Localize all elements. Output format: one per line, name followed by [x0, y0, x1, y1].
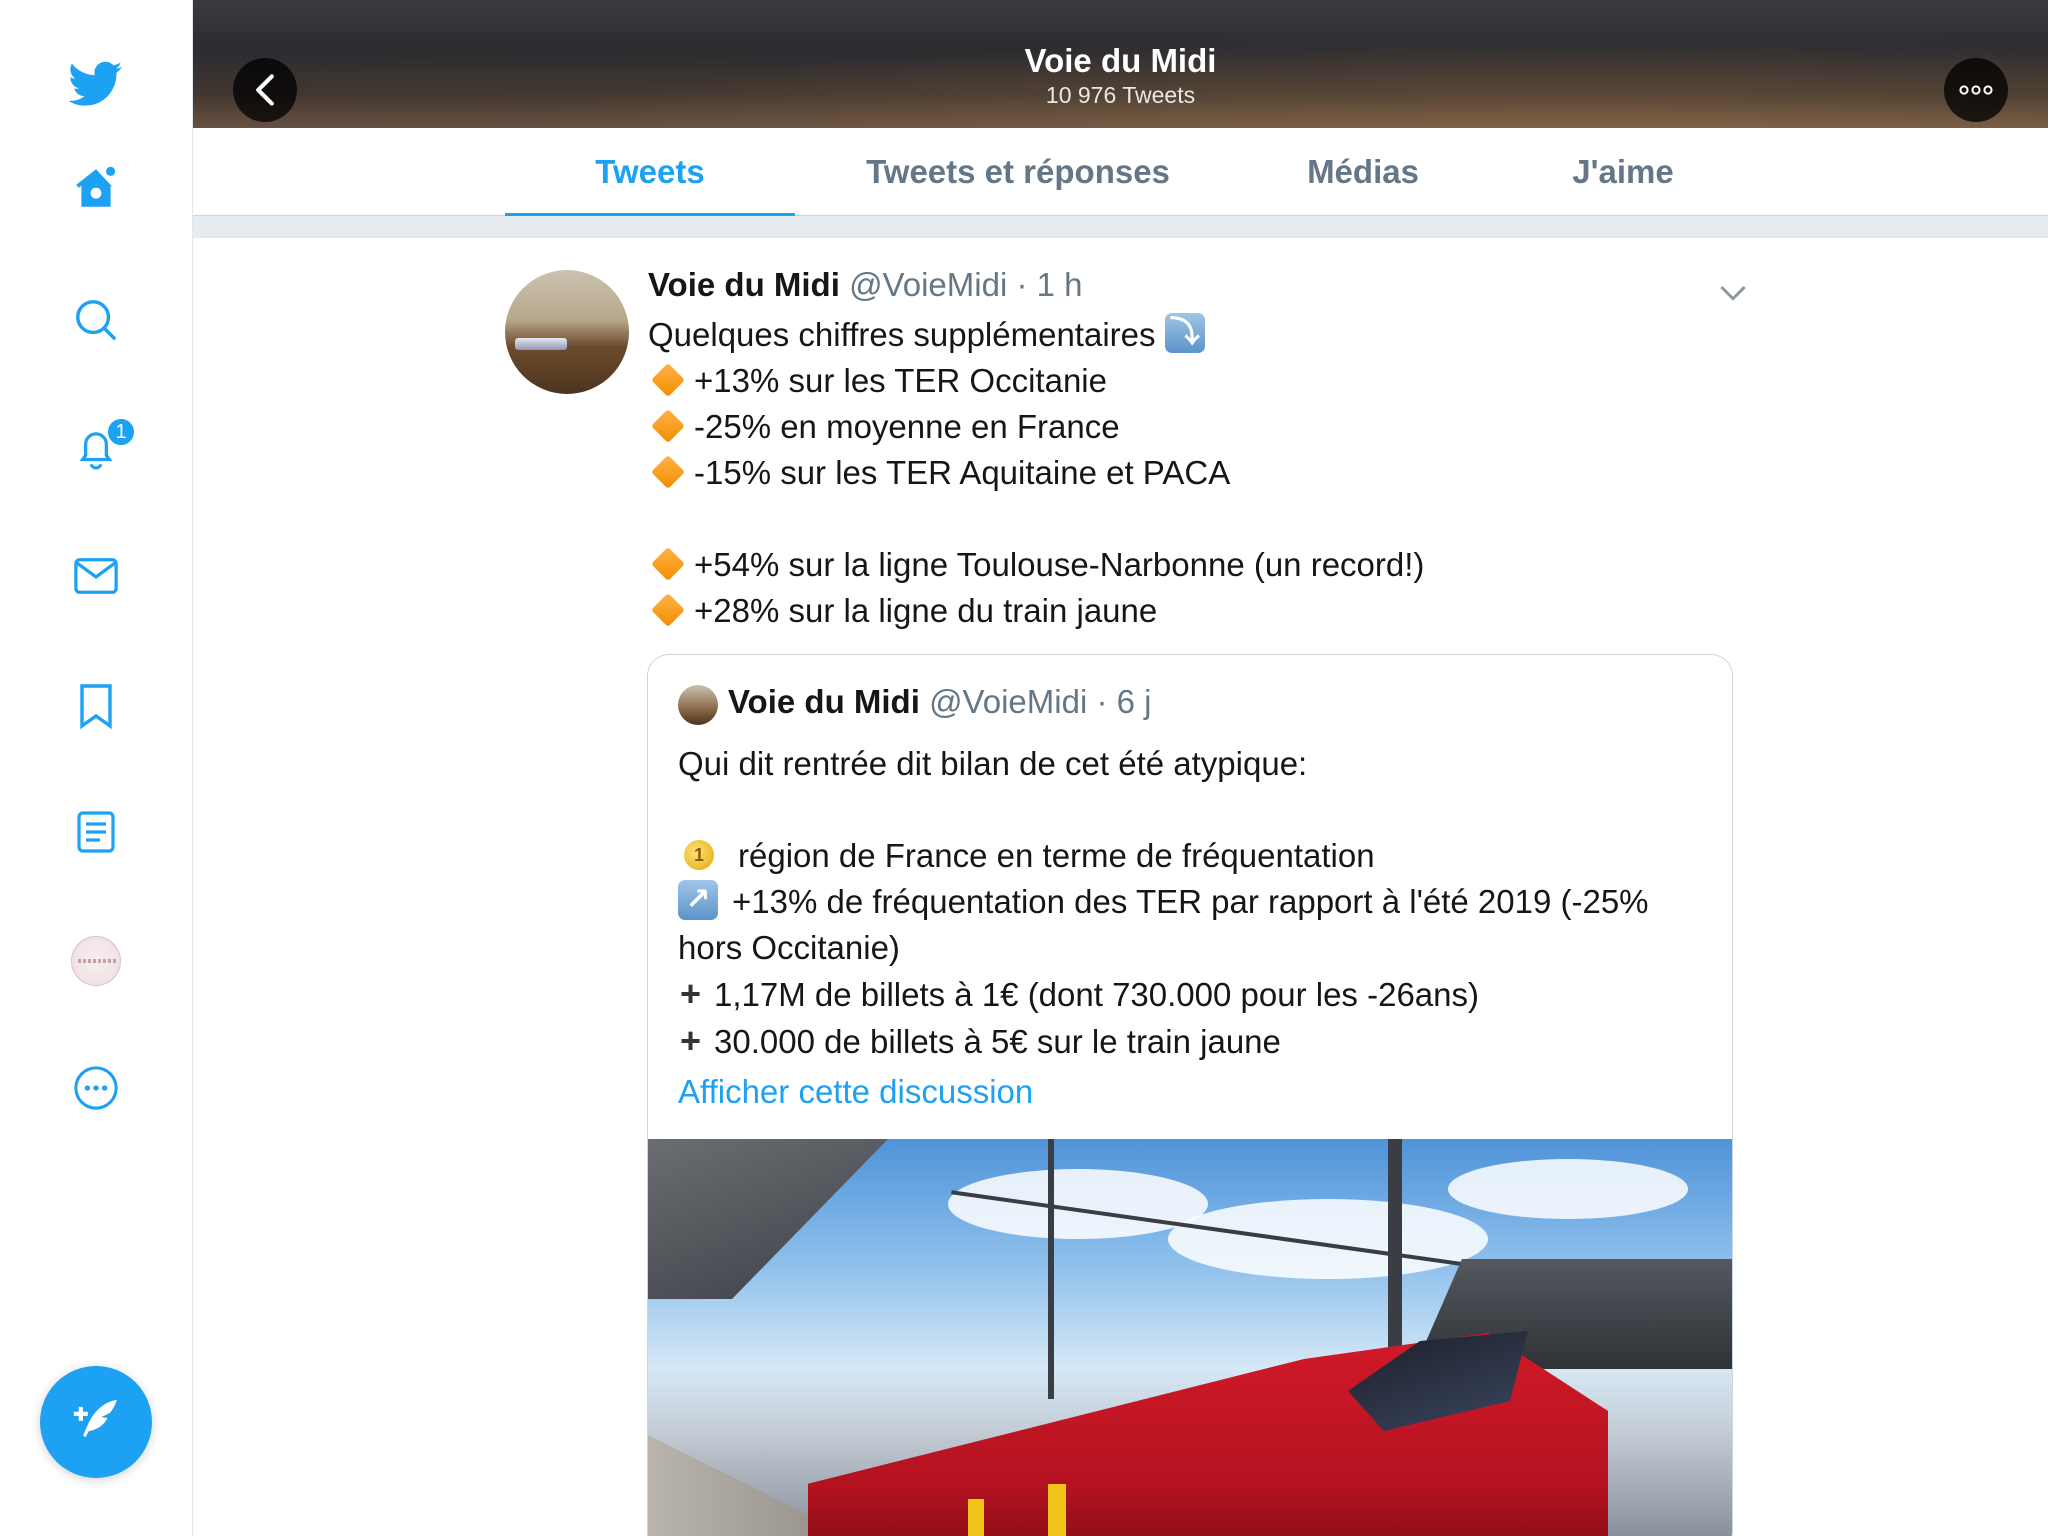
tweet-line: +28% sur la ligne du train jaune: [694, 592, 1158, 629]
profile-header: Voie du Midi 10 976 Tweets: [193, 0, 2048, 128]
quote-line: 1,17M de billets à 1€ (dont 730.000 pour…: [714, 976, 1479, 1013]
more-icon[interactable]: [66, 1058, 126, 1118]
ellipsis-icon: [1959, 85, 1993, 95]
orange-diamond-icon: [651, 593, 685, 628]
twitter-logo-icon[interactable]: [66, 54, 126, 114]
compose-tweet-icon: [73, 1399, 117, 1438]
tab-tweets-and-replies[interactable]: Tweets et réponses: [833, 128, 1203, 216]
tabs-separator: [193, 216, 2048, 238]
train-photo[interactable]: [648, 1139, 1732, 1536]
tab-tweets[interactable]: Tweets: [505, 128, 795, 217]
tweet-text: Quelques chiffres supplémentaires ⤵ +13%…: [648, 312, 1424, 634]
quoted-tweet-header: Voie du Midi @VoieMidi · 6 j: [728, 683, 1151, 721]
plus-emoji-icon: +: [680, 973, 702, 1014]
show-thread-link[interactable]: Afficher cette discussion: [678, 1073, 1033, 1111]
tweet-line: -25% en moyenne en France: [694, 408, 1120, 445]
compose-tweet-button[interactable]: [40, 1366, 152, 1478]
train-door: [1048, 1484, 1066, 1536]
tweet-header: Voie du Midi @VoieMidi · 1 h: [648, 266, 1083, 304]
tweet-count: 10 976 Tweets: [1045, 82, 1196, 108]
tab-media[interactable]: Médias: [1233, 128, 1493, 216]
arrow-down-right-emoji-icon: ⤵: [1164, 313, 1205, 354]
search-icon[interactable]: [66, 290, 126, 350]
notification-count-badge: 1: [106, 417, 136, 447]
tweet-author-avatar[interactable]: [505, 270, 629, 394]
quoted-timestamp: 6 j: [1116, 683, 1152, 720]
quoted-author-handle: @VoieMidi: [929, 683, 1088, 720]
quote-line: hors Occitanie): [678, 929, 900, 966]
profile-avatar[interactable]: [71, 936, 121, 986]
quoted-tweet-text: Qui dit rentrée dit bilan de cet été aty…: [678, 741, 1649, 1065]
profile-name: Voie du Midi: [1024, 42, 1217, 79]
tweet-author-name[interactable]: Voie du Midi: [648, 266, 840, 303]
quoted-author-name: Voie du Midi: [728, 683, 920, 720]
train-door: [968, 1499, 984, 1536]
chevron-down-icon[interactable]: [1713, 272, 1753, 312]
intro-line: Quelques chiffres supplémentaires: [648, 316, 1156, 353]
dot-separator: ·: [1087, 683, 1117, 720]
quote-line: Qui dit rentrée dit bilan de cet été aty…: [678, 745, 1308, 782]
tweet-line: +54% sur la ligne Toulouse-Narbonne (un …: [694, 546, 1425, 583]
quote-line: +13% de fréquentation des TER par rappor…: [732, 883, 1649, 920]
quoted-author-avatar: [678, 685, 718, 725]
platform-canopy: [648, 1139, 888, 1299]
cloud: [948, 1169, 1208, 1239]
tweet-timestamp[interactable]: 1 h: [1037, 266, 1083, 303]
quote-line: région de France en terme de fréquentati…: [738, 837, 1375, 874]
orange-diamond-icon: [651, 409, 685, 444]
tweet[interactable]: Voie du Midi @VoieMidi · 1 h Quelques ch…: [193, 238, 2048, 1536]
home-icon[interactable]: [66, 158, 126, 218]
orange-diamond-icon: [651, 363, 685, 398]
first-place-medal-icon: 1: [684, 840, 714, 871]
lists-icon[interactable]: [66, 802, 126, 862]
arrow-up-right-emoji-icon: ↗: [678, 880, 718, 921]
tweet-line: +13% sur les TER Occitanie: [694, 362, 1107, 399]
tab-likes[interactable]: J'aime: [1493, 128, 1753, 216]
plus-emoji-icon: +: [680, 1020, 702, 1061]
tweet-line: -15% sur les TER Aquitaine et PACA: [694, 454, 1231, 491]
orange-diamond-icon: [651, 455, 685, 490]
dot-separator: ·: [1007, 266, 1037, 303]
messages-icon[interactable]: [66, 546, 126, 606]
cloud: [1168, 1199, 1488, 1279]
tweet-author-handle[interactable]: @VoieMidi: [849, 266, 1007, 303]
cloud: [1448, 1159, 1688, 1219]
quote-line: 30.000 de billets à 5€ sur le train jaun…: [714, 1023, 1281, 1060]
catenary-pole: [1048, 1139, 1054, 1399]
profile-tabs: Tweets Tweets et réponses Médias J'aime: [193, 128, 2048, 217]
profile-more-button[interactable]: [1944, 58, 2008, 122]
sidebar: 1: [0, 0, 193, 1536]
bookmarks-icon[interactable]: [66, 676, 126, 736]
quoted-tweet[interactable]: Voie du Midi @VoieMidi · 6 j Qui dit ren…: [647, 654, 1733, 1536]
orange-diamond-icon: [651, 547, 685, 582]
